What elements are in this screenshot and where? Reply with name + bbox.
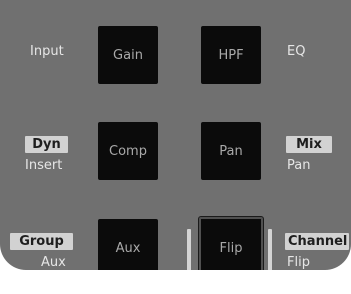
pan-label: Pan — [287, 158, 311, 173]
flip-left-bar — [187, 229, 191, 270]
hpf-button[interactable]: HPF — [201, 26, 261, 84]
insert-label: Insert — [25, 158, 63, 173]
flip-button[interactable]: Flip — [199, 217, 263, 270]
mix-tag: Mix — [286, 136, 332, 153]
group-tag: Group — [10, 233, 73, 250]
control-panel: Input Gain HPF EQ Dyn Insert Comp Pan Mi… — [0, 0, 351, 270]
channel-tag: Channel — [285, 233, 349, 250]
aux-button[interactable]: Aux — [98, 219, 158, 270]
aux-label: Aux — [41, 255, 66, 270]
input-label: Input — [30, 44, 64, 59]
flip-label: Flip — [287, 255, 310, 270]
pan-button[interactable]: Pan — [201, 122, 261, 180]
dyn-tag: Dyn — [25, 136, 68, 153]
gain-button[interactable]: Gain — [98, 26, 158, 84]
eq-label: EQ — [287, 44, 306, 59]
comp-button[interactable]: Comp — [98, 122, 158, 180]
flip-right-bar — [268, 229, 272, 270]
